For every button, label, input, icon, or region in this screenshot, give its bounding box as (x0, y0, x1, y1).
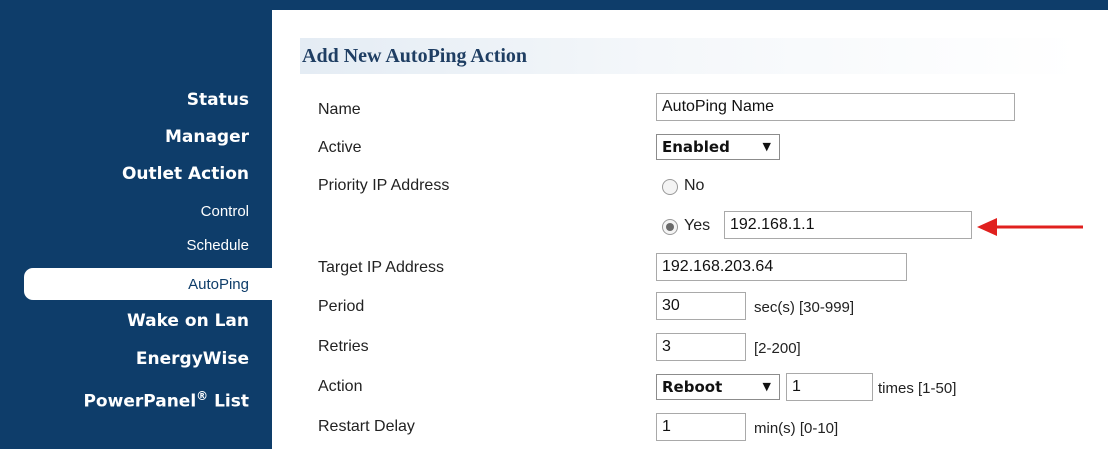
restart-delay-label: Restart Delay (318, 418, 415, 435)
action-select-value: Reboot (662, 378, 723, 396)
nav-list-text: List (208, 391, 249, 412)
period-hint: sec(s) [30-999] (754, 299, 855, 316)
triangle-down-icon: ▼ (762, 140, 771, 153)
target-ip-label: Target IP Address (318, 259, 444, 276)
restart-delay-hint: min(s) [0-10] (754, 420, 839, 437)
action-select[interactable]: Reboot ▼ (656, 374, 780, 400)
nav-item-autoping[interactable]: AutoPing (188, 276, 249, 293)
retries-label: Retries (318, 338, 369, 355)
period-input[interactable]: 30 (656, 292, 746, 320)
nav-item-wake-on-lan[interactable]: Wake on Lan (127, 311, 249, 331)
red-arrow-left-icon (977, 218, 1083, 236)
top-frame (0, 0, 1108, 10)
priority-yes-radio[interactable] (662, 219, 678, 235)
retries-hint: [2-200] (754, 340, 801, 357)
nav-item-outlet-action[interactable]: Outlet Action (122, 164, 249, 184)
active-select[interactable]: Enabled ▼ (656, 134, 780, 160)
active-label: Active (318, 139, 362, 156)
restart-delay-input[interactable]: 1 (656, 413, 746, 441)
nav-item-energywise[interactable]: EnergyWise (136, 349, 249, 369)
priority-no-radio[interactable] (662, 179, 678, 195)
nav-item-manager[interactable]: Manager (165, 127, 249, 147)
name-input[interactable]: AutoPing Name (656, 93, 1015, 121)
priority-yes-label: Yes (684, 217, 711, 234)
nav-powerpanel-text: PowerPanel (83, 391, 197, 412)
registered-mark: ® (196, 389, 209, 403)
name-label: Name (318, 101, 361, 118)
priority-no-label: No (684, 177, 705, 194)
nav-item-schedule[interactable]: Schedule (186, 237, 249, 254)
target-ip-input[interactable]: 192.168.203.64 (656, 253, 907, 281)
page-title: Add New AutoPing Action (302, 45, 528, 67)
triangle-down-icon: ▼ (762, 380, 771, 393)
priority-ip-label: Priority IP Address (318, 177, 450, 194)
action-times-input[interactable]: 1 (786, 373, 873, 401)
period-label: Period (318, 298, 365, 315)
nav-item-control[interactable]: Control (201, 203, 249, 220)
action-times-hint: times [1-50] (878, 380, 957, 397)
active-select-value: Enabled (662, 138, 730, 156)
nav-item-status[interactable]: Status (187, 90, 249, 110)
priority-ip-input[interactable]: 192.168.1.1 (724, 211, 972, 239)
retries-input[interactable]: 3 (656, 333, 746, 361)
sidebar-frame (0, 0, 272, 449)
action-label: Action (318, 378, 363, 395)
nav-item-powerpanel-list[interactable]: PowerPanel® List (83, 389, 249, 412)
